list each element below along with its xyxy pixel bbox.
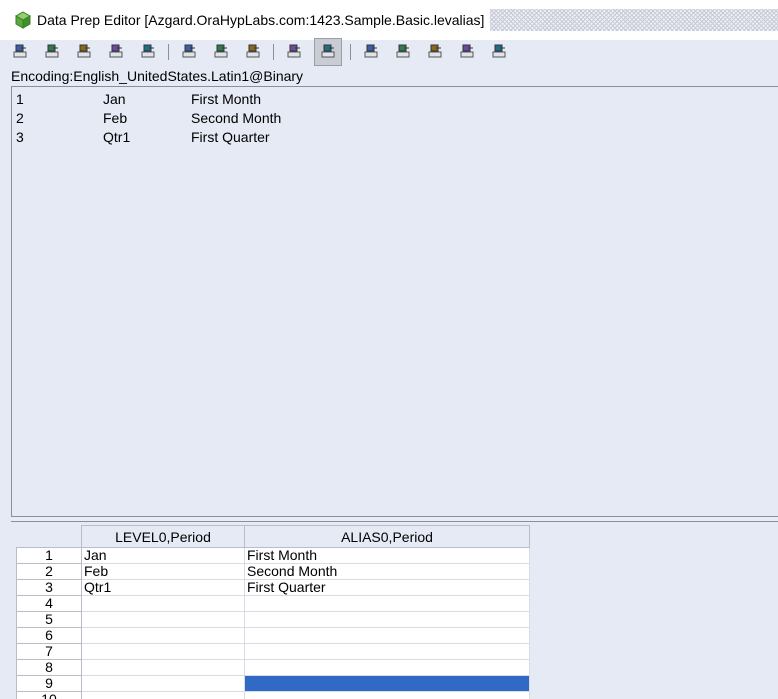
column-header-alias0[interactable]: ALIAS0,Period xyxy=(244,525,530,548)
join-field-icon xyxy=(108,43,124,62)
table-row: 10 xyxy=(16,691,530,699)
toolbar-separator xyxy=(350,44,351,60)
dimension-build-icon xyxy=(44,43,60,62)
toolbar-btn-9[interactable] xyxy=(282,40,306,64)
table-row: 4 xyxy=(16,595,530,612)
encoding-label: Encoding:English_UnitedStates.Latin1@Bin… xyxy=(11,68,304,84)
row-number[interactable]: 9 xyxy=(16,675,82,692)
preview-cell: Feb xyxy=(103,110,128,126)
cell-alias0[interactable] xyxy=(244,627,530,644)
select-record-icon xyxy=(181,43,197,62)
reject-record-icon xyxy=(213,43,229,62)
toolbar-btn-5[interactable] xyxy=(136,40,160,64)
table-row: 9 xyxy=(16,675,530,692)
toolbar-btn-15[interactable] xyxy=(487,40,511,64)
field-grid-table: LEVEL0,Period ALIAS0,Period 1 Jan First Mo… xyxy=(16,525,530,699)
window-title: Data Prep Editor [Azgard.OraHypLabs.com:… xyxy=(37,12,485,28)
cell-alias0[interactable]: Second Month xyxy=(244,563,530,580)
toolbar-btn-11[interactable] xyxy=(359,40,383,64)
cell-alias0[interactable] xyxy=(244,643,530,660)
table-row: 1 Jan First Month xyxy=(16,547,530,564)
toolbar-btn-10[interactable] xyxy=(314,38,342,66)
toolbar-btn-13[interactable] xyxy=(423,40,447,64)
preview-cell: 1 xyxy=(16,91,24,107)
cell-level0[interactable] xyxy=(81,691,245,699)
pane-splitter[interactable] xyxy=(11,516,778,522)
field-grid: LEVEL0,Period ALIAS0,Period 1 Jan First Mo… xyxy=(16,525,531,699)
cell-level0[interactable]: Qtr1 xyxy=(81,579,245,596)
toolbar-separator xyxy=(273,44,274,60)
row-number[interactable]: 4 xyxy=(16,595,82,612)
row-number[interactable]: 7 xyxy=(16,643,82,660)
toolbar-btn-7[interactable] xyxy=(209,40,233,64)
preview-cell: Qtr1 xyxy=(103,129,131,145)
cell-alias0[interactable] xyxy=(244,595,530,612)
preview-cell: Jan xyxy=(103,91,126,107)
title-bar-fill[interactable] xyxy=(490,9,778,31)
cell-alias0[interactable] xyxy=(244,691,530,699)
row-number[interactable]: 1 xyxy=(16,547,82,564)
toolbar-separator xyxy=(168,44,169,60)
delete-record-icon xyxy=(245,43,261,62)
row-number[interactable]: 2 xyxy=(16,563,82,580)
move-field-icon xyxy=(76,43,92,62)
cell-level0[interactable]: Jan xyxy=(81,547,245,564)
table-row: 2 Feb Second Month xyxy=(16,563,530,580)
row-number[interactable]: 3 xyxy=(16,579,82,596)
cell-level0[interactable] xyxy=(81,595,245,612)
grid-corner xyxy=(16,525,82,548)
preview-cell: Second Month xyxy=(191,110,282,126)
preview-cell: 3 xyxy=(16,129,24,145)
table-row: 6 xyxy=(16,627,530,644)
table-row: 8 xyxy=(16,659,530,676)
cell-level0[interactable] xyxy=(81,627,245,644)
toolbar-btn-6[interactable] xyxy=(177,40,201,64)
row-number[interactable]: 5 xyxy=(16,611,82,628)
dimension-build-fields-icon xyxy=(320,43,336,62)
field-properties-icon xyxy=(12,43,28,62)
toolbar-btn-4[interactable] xyxy=(104,40,128,64)
toolbar-btn-8[interactable] xyxy=(241,40,265,64)
row-number[interactable]: 10 xyxy=(16,691,82,699)
data-source-properties-icon xyxy=(459,43,475,62)
data-load-fields-icon xyxy=(286,43,302,62)
title-bar: Data Prep Editor [Azgard.OraHypLabs.com:… xyxy=(0,0,778,40)
data-preview-pane[interactable]: 1 Jan First Month 2 Feb Second Month 3 Qtr1 Firs… xyxy=(11,86,778,516)
column-header-level0[interactable]: LEVEL0,Period xyxy=(81,525,245,548)
toolbar-btn-3[interactable] xyxy=(72,40,96,64)
cell-level0[interactable] xyxy=(81,675,245,692)
preview-cell: First Quarter xyxy=(191,129,270,145)
toolbar-btn-14[interactable] xyxy=(455,40,479,64)
preview-cell: 2 xyxy=(16,110,24,126)
cube-icon xyxy=(14,11,32,29)
toolbar-btn-1[interactable] xyxy=(8,40,32,64)
dimension-build-settings-icon xyxy=(363,43,379,62)
table-row: 5 xyxy=(16,611,530,628)
cell-alias0[interactable] xyxy=(244,611,530,628)
cell-alias0[interactable]: First Quarter xyxy=(244,579,530,596)
cell-level0[interactable] xyxy=(81,659,245,676)
preview-cell: First Month xyxy=(191,91,262,107)
row-number[interactable]: 6 xyxy=(16,627,82,644)
cell-alias0[interactable]: First Month xyxy=(244,547,530,564)
cell-alias0[interactable] xyxy=(244,659,530,676)
validate-icon xyxy=(491,43,507,62)
toolbar xyxy=(0,36,778,68)
data-load-settings-icon xyxy=(395,43,411,62)
cell-level0[interactable] xyxy=(81,611,245,628)
associate-outline-icon xyxy=(427,43,443,62)
toolbar-btn-2[interactable] xyxy=(40,40,64,64)
toolbar-btn-12[interactable] xyxy=(391,40,415,64)
cell-alias0[interactable] xyxy=(244,675,530,692)
row-number[interactable]: 8 xyxy=(16,659,82,676)
cell-level0[interactable] xyxy=(81,643,245,660)
table-row: 3 Qtr1 First Quarter xyxy=(16,579,530,596)
table-row: 7 xyxy=(16,643,530,660)
create-field-text-icon xyxy=(140,43,156,62)
cell-level0[interactable]: Feb xyxy=(81,563,245,580)
